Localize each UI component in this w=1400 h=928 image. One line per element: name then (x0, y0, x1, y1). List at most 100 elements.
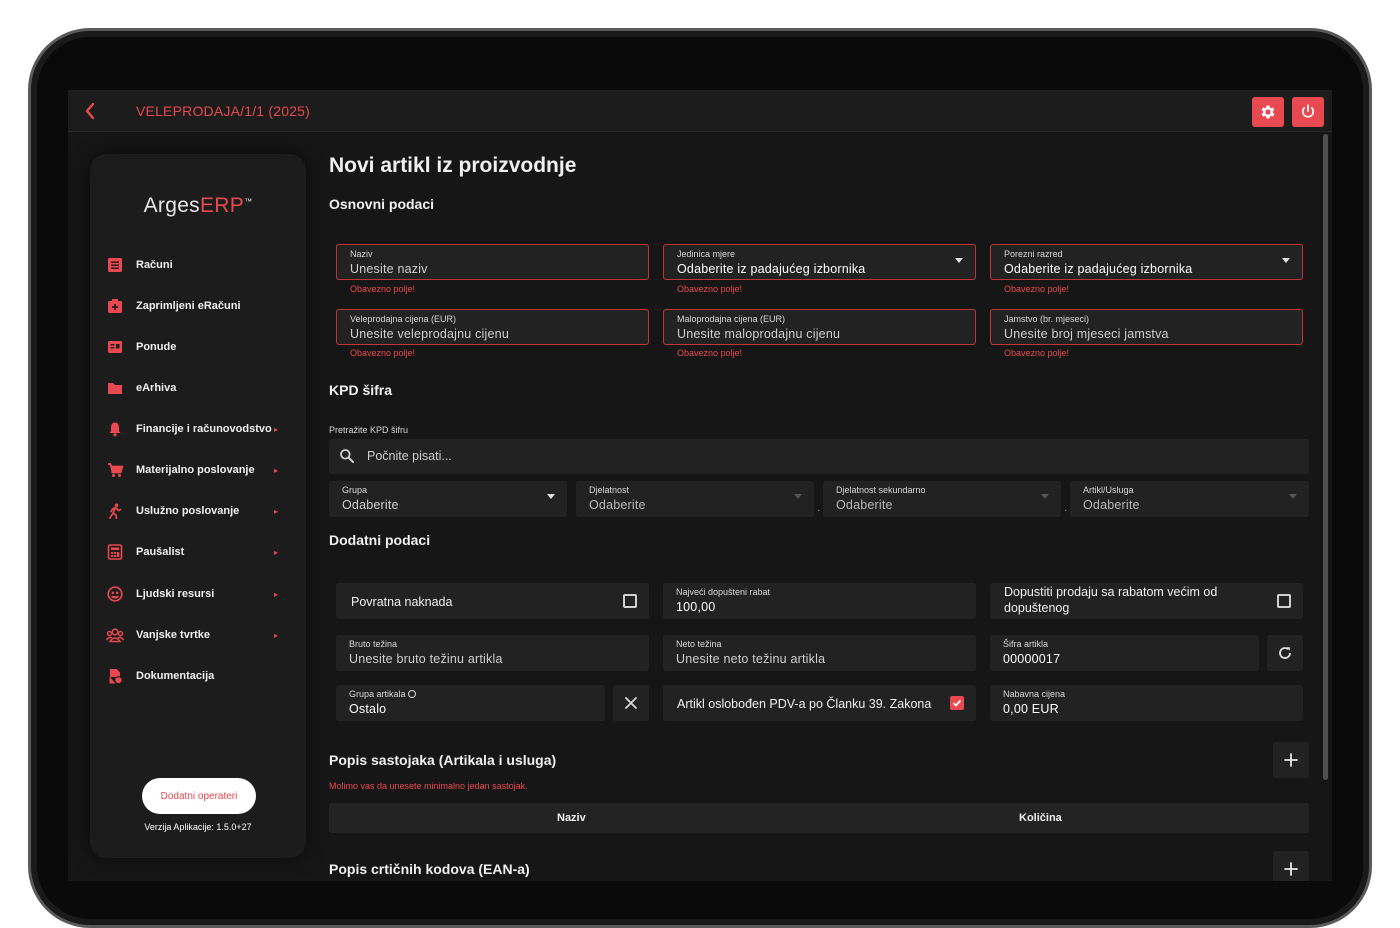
sidebar-item-dokumentacija[interactable]: Dokumentacija (106, 661, 292, 691)
sidebar-item-earhiva[interactable]: eArhiva (106, 373, 292, 403)
document-title: VELEPRODAJA/1/1 (2025) (136, 103, 311, 119)
app-screen: VELEPRODAJA/1/1 (2025) ArgesERP™ Računi … (68, 90, 1332, 881)
naziv-field[interactable]: Naziv Unesite naziv (336, 244, 649, 280)
unit-error: Obavezno polje! (677, 284, 743, 294)
sidebar-item-financije[interactable]: Financije i računovodstvo ▸ (106, 414, 292, 444)
group-icon (106, 626, 124, 644)
add-barcode-button[interactable] (1273, 851, 1309, 881)
return-fee-toggle[interactable]: Povratna naknada (336, 583, 649, 619)
settings-button[interactable] (1252, 97, 1284, 127)
vat-exempt-toggle[interactable]: Artikl oslobođen PDV-a po Članku 39. Zak… (663, 685, 976, 721)
ingredients-table-header: Naziv Količina (329, 803, 1309, 833)
top-bar: VELEPRODAJA/1/1 (2025) (68, 90, 1332, 132)
sidebar-item-materijalno[interactable]: Materijalno poslovanje ▸ (106, 455, 292, 485)
max-discount-field[interactable]: Najveći dopušteni rabat 100,00 (663, 583, 976, 619)
sidebar: ArgesERP™ Računi Zaprimljeni eRačuni Pon… (90, 154, 306, 858)
sidebar-item-vanjske-tvrtke[interactable]: Vanjske tvrtke ▸ (106, 620, 292, 650)
inbox-medical-icon (106, 297, 124, 315)
back-arrow-icon[interactable] (80, 100, 102, 122)
section-title-ingredients: Popis sastojaka (Artikala i usluga) (329, 752, 557, 768)
unit-select[interactable]: Jedinica mjere Odaberite iz padajućeg iz… (663, 244, 976, 280)
clear-group-button[interactable] (613, 685, 649, 721)
chevron-right-icon: ▸ (273, 547, 278, 557)
document-shield-icon (106, 667, 124, 685)
sidebar-item-ponude[interactable]: Ponude (106, 332, 292, 362)
close-icon (625, 697, 637, 709)
sidebar-item-usluzno[interactable]: Uslužno poslovanje ▸ (106, 496, 292, 526)
add-ingredient-button[interactable] (1273, 742, 1309, 778)
vat-exempt-checkbox[interactable] (950, 696, 964, 710)
logout-button[interactable] (1292, 97, 1324, 127)
page-title: Novi artikl iz proizvodnje (329, 154, 577, 177)
app-version: Verzija Aplikacije: 1.5.0+27 (144, 822, 252, 832)
tax-class-error: Obavezno polje! (1004, 284, 1070, 294)
dropdown-caret-icon (547, 494, 555, 499)
tax-class-select[interactable]: Porezni razred Odaberite iz padajućeg iz… (990, 244, 1303, 280)
column-header-kolicina[interactable]: Količina (1019, 812, 1062, 824)
dropdown-caret-icon (1289, 494, 1297, 499)
item-code-field[interactable]: Šifra artikla 00000017 (990, 635, 1259, 671)
chevron-right-icon: ▸ (273, 465, 278, 475)
net-weight-field[interactable]: Neto težina Unesite neto težinu artikla (663, 635, 976, 671)
gear-icon (1261, 105, 1275, 119)
warranty-field[interactable]: Jamstvo (br. mjeseci) Unesite broj mjese… (990, 309, 1303, 345)
kpd-group-select[interactable]: Grupa Odaberite (329, 481, 567, 517)
additional-operators-button[interactable]: Dodatni operateri (142, 778, 256, 814)
gross-weight-field[interactable]: Bruto težina Unesite bruto težinu artikl… (336, 635, 649, 671)
people-face-icon (106, 585, 124, 603)
purchase-price-field[interactable]: Nabavna cijena 0,00 EUR (990, 685, 1303, 721)
naziv-error: Obavezno polje! (350, 284, 416, 294)
chevron-right-icon: ▸ (273, 589, 278, 599)
kpd-secondary-activity-select[interactable]: Djelatnost sekundarno Odaberite (823, 481, 1061, 517)
sidebar-item-racuni[interactable]: Računi (106, 250, 292, 280)
power-icon (1301, 104, 1315, 118)
column-header-naziv[interactable]: Naziv (557, 812, 586, 824)
receipt-icon (106, 256, 124, 274)
folder-icon (106, 379, 124, 397)
return-fee-checkbox[interactable] (623, 594, 637, 608)
section-title-basic: Osnovni podaci (329, 196, 435, 212)
dropdown-caret-icon (1041, 494, 1049, 499)
section-title-kpd: KPD šifra (329, 382, 393, 398)
item-group-field[interactable]: Grupa artikala Ostalo (336, 685, 605, 721)
dropdown-caret-icon (1282, 258, 1290, 263)
plus-icon (1284, 753, 1298, 767)
allow-higher-discount-toggle[interactable]: Dopustiti prodaju sa rabatom većim od do… (990, 583, 1303, 619)
wholesale-price-error: Obavezno polje! (350, 348, 416, 358)
info-icon[interactable] (408, 690, 417, 698)
kpd-search-input[interactable]: Počnite pisati... (329, 439, 1309, 474)
refresh-icon (1279, 647, 1291, 659)
kpd-item-service-select[interactable]: Artikl/Usluga Odaberite (1070, 481, 1309, 517)
plus-icon (1284, 862, 1298, 876)
retail-price-field[interactable]: Maloprodajna cijena (EUR) Unesite malopr… (663, 309, 976, 345)
offer-list-icon (106, 338, 124, 356)
dropdown-caret-icon (955, 258, 963, 263)
section-title-additional: Dodatni podaci (329, 532, 431, 548)
search-icon (339, 448, 355, 469)
wholesale-price-field[interactable]: Veleprodajna cijena (EUR) Unesite velepr… (336, 309, 649, 345)
app-logo: ArgesERP™ (143, 194, 253, 217)
sidebar-item-pausalist[interactable]: Paušalist ▸ (106, 537, 292, 567)
sidebar-item-zaprimljeni[interactable]: Zaprimljeni eRačuni (106, 291, 292, 321)
dropdown-caret-icon (794, 494, 802, 499)
calculator-icon (106, 543, 124, 561)
kpd-separator: . (817, 500, 821, 514)
running-person-icon (106, 502, 124, 520)
section-title-barcodes: Popis crtičnih kodova (EAN-a) (329, 861, 530, 877)
vertical-scrollbar[interactable] (1322, 132, 1330, 881)
kpd-search-label: Pretražite KPD šifru (329, 425, 409, 435)
kpd-activity-select[interactable]: Djelatnost Odaberite (576, 481, 814, 517)
chevron-right-icon: ▸ (273, 630, 278, 640)
scrollbar-thumb[interactable] (1323, 134, 1328, 780)
check-icon (952, 699, 962, 707)
cart-icon (106, 461, 124, 479)
chevron-right-icon: ▸ (273, 506, 278, 516)
allow-higher-discount-checkbox[interactable] (1277, 594, 1291, 608)
retail-price-error: Obavezno polje! (677, 348, 743, 358)
bell-icon (106, 420, 124, 438)
regenerate-code-button[interactable] (1267, 635, 1303, 671)
ingredients-error: Molimo vas da unesete minimalno jedan sa… (329, 781, 528, 791)
warranty-error: Obavezno polje! (1004, 348, 1070, 358)
sidebar-item-ljudski-resursi[interactable]: Ljudski resursi ▸ (106, 579, 292, 609)
kpd-separator: . (1064, 500, 1068, 514)
